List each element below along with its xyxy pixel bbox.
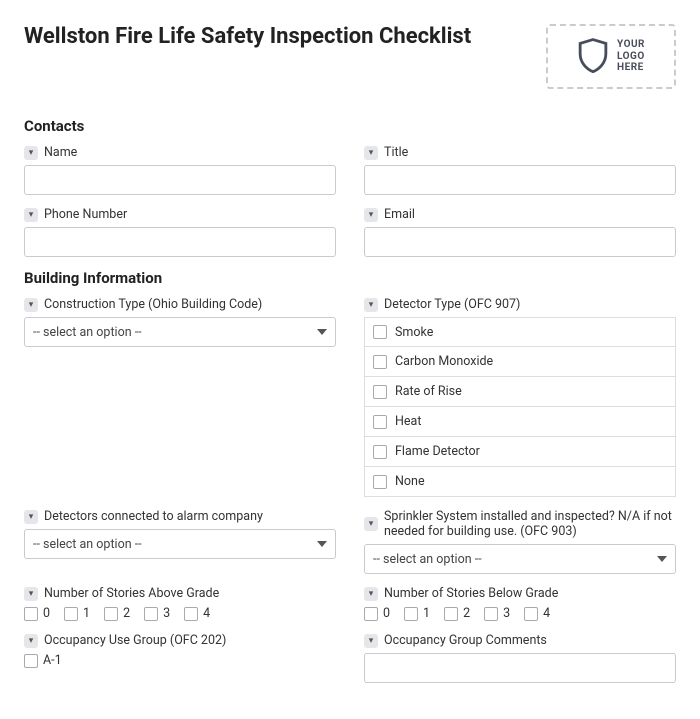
logo-line2: LOGO — [617, 51, 645, 63]
detector-options: Smoke Carbon Monoxide Rate of Rise Heat Flam… — [364, 317, 676, 497]
checkbox[interactable] — [373, 415, 387, 429]
option[interactable]: 2 — [104, 606, 130, 621]
option-label: 1 — [423, 606, 430, 621]
stories-below-label: Number of Stories Below Grade — [384, 586, 558, 601]
chevron-down-icon[interactable]: ▾ — [364, 298, 378, 312]
title-input[interactable] — [364, 165, 676, 195]
checkbox[interactable] — [373, 385, 387, 399]
chevron-down-icon[interactable]: ▾ — [24, 146, 38, 160]
checkbox[interactable] — [364, 607, 378, 621]
construction-select[interactable]: -- select an option -- — [24, 317, 336, 347]
option[interactable]: 3 — [144, 606, 170, 621]
option-label: 3 — [503, 606, 510, 621]
option-label: 4 — [203, 606, 210, 621]
logo-placeholder: YOUR LOGO HERE — [546, 24, 676, 89]
chevron-down-icon[interactable]: ▾ — [24, 510, 38, 524]
checkbox[interactable] — [24, 607, 38, 621]
phone-input[interactable] — [24, 227, 336, 257]
option[interactable]: 4 — [184, 606, 210, 621]
checkbox-label: Carbon Monoxide — [395, 354, 493, 369]
construction-label: Construction Type (Ohio Building Code) — [44, 297, 262, 312]
checkbox[interactable] — [373, 325, 387, 339]
name-input[interactable] — [24, 165, 336, 195]
checkbox[interactable] — [373, 445, 387, 459]
checkbox[interactable] — [104, 607, 118, 621]
chevron-down-icon[interactable]: ▾ — [24, 298, 38, 312]
occupancy-comments-input[interactable] — [364, 653, 676, 683]
option-label: 1 — [83, 606, 90, 621]
stories-above-label: Number of Stories Above Grade — [44, 586, 219, 601]
checkbox[interactable] — [524, 607, 538, 621]
checkbox[interactable] — [24, 654, 38, 668]
checkbox-label: Rate of Rise — [395, 384, 462, 399]
option-label: 0 — [383, 606, 390, 621]
option-label: 3 — [163, 606, 170, 621]
checkbox-label: Flame Detector — [395, 444, 480, 459]
checkbox-row[interactable]: Carbon Monoxide — [364, 347, 676, 377]
option-label: A-1 — [43, 653, 62, 668]
checkbox-row[interactable]: Smoke — [364, 317, 676, 347]
checkbox[interactable] — [484, 607, 498, 621]
chevron-down-icon[interactable]: ▾ — [24, 587, 38, 601]
chevron-down-icon[interactable]: ▾ — [364, 517, 378, 531]
option-label: 4 — [543, 606, 550, 621]
chevron-down-icon[interactable]: ▾ — [364, 587, 378, 601]
chevron-down-icon[interactable]: ▾ — [364, 146, 378, 160]
checkbox[interactable] — [64, 607, 78, 621]
chevron-down-icon[interactable]: ▾ — [24, 634, 38, 648]
option[interactable]: 4 — [524, 606, 550, 621]
detector-type-label: Detector Type (OFC 907) — [384, 297, 520, 312]
checkbox-row[interactable]: Rate of Rise — [364, 377, 676, 407]
shield-icon — [577, 37, 609, 77]
alarm-company-label: Detectors connected to alarm company — [44, 509, 263, 524]
option[interactable]: 0 — [24, 606, 50, 621]
checkbox[interactable] — [184, 607, 198, 621]
title-label: Title — [384, 145, 408, 160]
checkbox[interactable] — [404, 607, 418, 621]
option[interactable]: 3 — [484, 606, 510, 621]
email-label: Email — [384, 207, 415, 222]
checkbox-row[interactable]: Flame Detector — [364, 437, 676, 467]
sprinkler-label: Sprinkler System installed and inspected… — [384, 509, 676, 539]
option[interactable]: A-1 — [24, 653, 62, 668]
checkbox-row[interactable]: None — [364, 467, 676, 497]
checkbox[interactable] — [444, 607, 458, 621]
sprinkler-select[interactable]: -- select an option -- — [364, 544, 676, 574]
page-title: Wellston Fire Life Safety Inspection Che… — [24, 24, 471, 49]
building-heading: Building Information — [24, 269, 676, 287]
phone-label: Phone Number — [44, 207, 127, 222]
option[interactable]: 2 — [444, 606, 470, 621]
checkbox-row[interactable]: Heat — [364, 407, 676, 437]
occupancy-comments-label: Occupancy Group Comments — [384, 633, 547, 648]
chevron-down-icon[interactable]: ▾ — [364, 208, 378, 222]
contacts-heading: Contacts — [24, 117, 676, 135]
option[interactable]: 1 — [404, 606, 430, 621]
chevron-down-icon[interactable]: ▾ — [364, 634, 378, 648]
checkbox[interactable] — [144, 607, 158, 621]
checkbox-label: Heat — [395, 414, 421, 429]
alarm-company-select[interactable]: -- select an option -- — [24, 529, 336, 559]
name-label: Name — [44, 145, 77, 160]
option-label: 0 — [43, 606, 50, 621]
logo-line1: YOUR — [617, 39, 645, 51]
option[interactable]: 1 — [64, 606, 90, 621]
occupancy-group-label: Occupancy Use Group (OFC 202) — [44, 633, 226, 648]
checkbox[interactable] — [373, 475, 387, 489]
email-input[interactable] — [364, 227, 676, 257]
option[interactable]: 0 — [364, 606, 390, 621]
checkbox-label: Smoke — [395, 325, 433, 340]
option-label: 2 — [123, 606, 130, 621]
option-label: 2 — [463, 606, 470, 621]
chevron-down-icon[interactable]: ▾ — [24, 208, 38, 222]
logo-line3: HERE — [617, 62, 645, 74]
checkbox[interactable] — [373, 355, 387, 369]
checkbox-label: None — [395, 474, 425, 489]
